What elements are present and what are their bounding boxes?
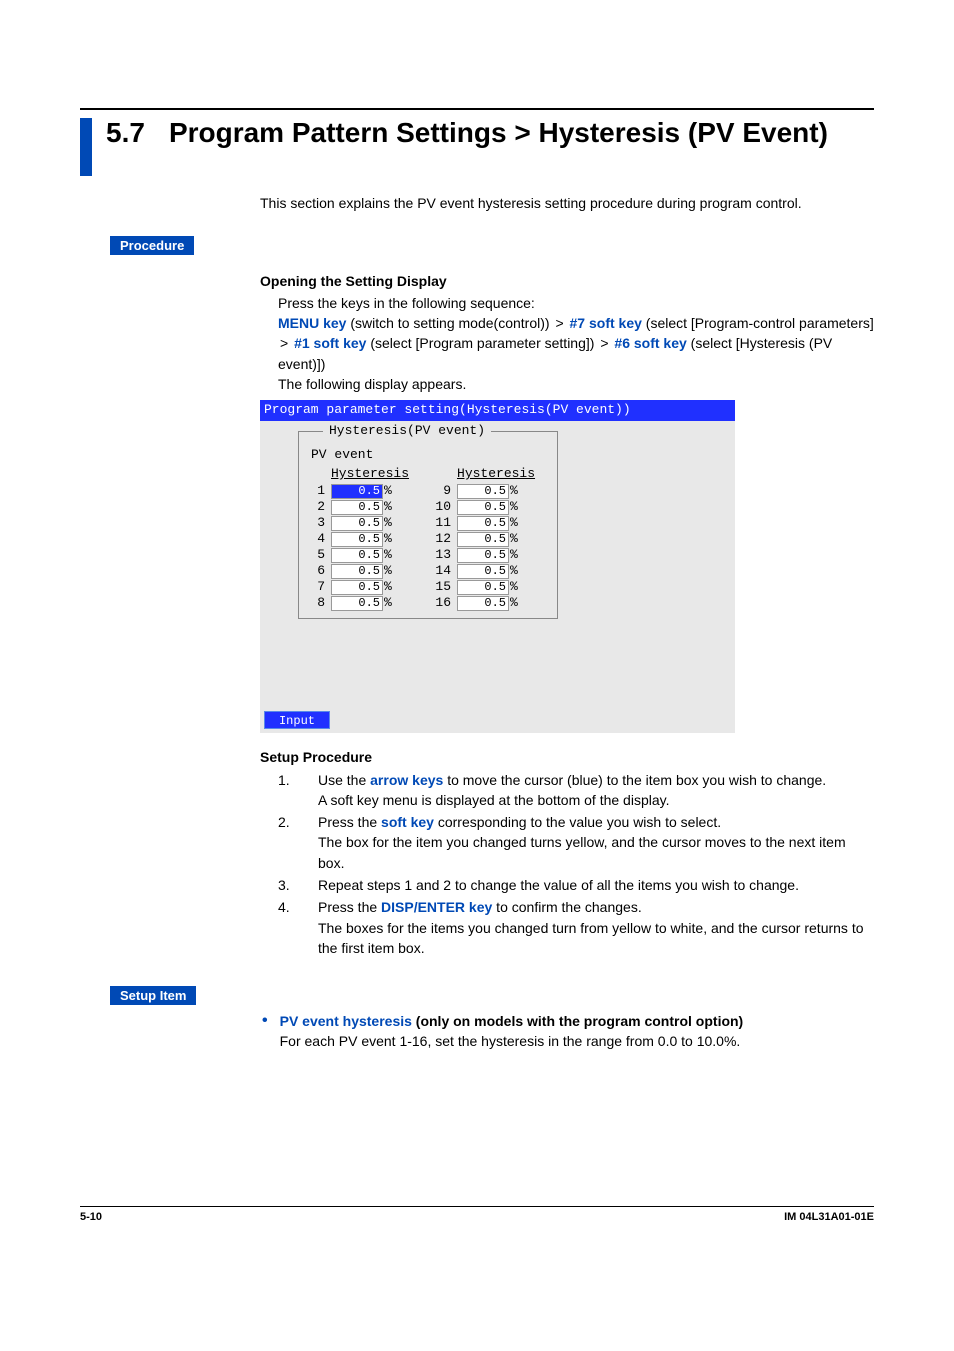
hysteresis-value-box[interactable]: 0.5 xyxy=(331,532,383,547)
setup-item-desc: For each PV event 1-16, set the hysteres… xyxy=(280,1031,874,1051)
step-number: 1. xyxy=(278,770,318,811)
hysteresis-value-box[interactable]: 0.5 xyxy=(331,580,383,595)
step-item: 3.Repeat steps 1 and 2 to change the val… xyxy=(260,875,874,895)
opening-heading: Opening the Setting Display xyxy=(260,271,874,291)
pv-event-row: 8 0.5% xyxy=(309,595,409,611)
setup-item-key: PV event hysteresis xyxy=(280,1013,412,1029)
step-extra: A soft key menu is displayed at the bott… xyxy=(318,790,874,810)
step-text: Repeat steps 1 and 2 to change the value… xyxy=(318,875,874,895)
intro-text: This section explains the PV event hyste… xyxy=(260,194,874,214)
hysteresis-value-box[interactable]: 0.5 xyxy=(457,548,509,563)
step-text: Use the arrow keys to move the cursor (b… xyxy=(318,770,874,811)
step-key: DISP/ENTER key xyxy=(381,899,492,915)
setup-item-bullet: • PV event hysteresis (only on models wi… xyxy=(262,1011,874,1052)
opening-press: Press the keys in the following sequence… xyxy=(278,293,874,313)
opening-sequence: MENU key (switch to setting mode(control… xyxy=(278,313,874,374)
opening-appears: The following display appears. xyxy=(278,374,874,394)
top-rule xyxy=(80,108,874,110)
step-key: soft key xyxy=(381,814,434,830)
hysteresis-value-box[interactable]: 0.5 xyxy=(457,500,509,515)
step-extra: The boxes for the items you changed turn… xyxy=(318,918,874,959)
setup-procedure-heading: Setup Procedure xyxy=(260,747,874,767)
hysteresis-value-box[interactable]: 0.5 xyxy=(331,516,383,531)
step-number: 2. xyxy=(278,812,318,873)
setup-item-rest: (only on models with the program control… xyxy=(412,1013,743,1029)
softkey-1: #1 soft key xyxy=(294,335,366,351)
device-screenshot: Program parameter setting(Hysteresis(PV … xyxy=(260,400,735,733)
hysteresis-value-box[interactable]: 0.5 xyxy=(457,580,509,595)
page-footer: 5-10 IM 04L31A01-01E xyxy=(80,1206,874,1223)
footer-page: 5-10 xyxy=(80,1211,102,1223)
softkey-7: #7 soft key xyxy=(570,315,642,331)
bullet-icon: • xyxy=(262,1011,268,1052)
step-item: 4.Press the DISP/ENTER key to confirm th… xyxy=(260,897,874,958)
percent-label: % xyxy=(384,594,392,613)
step-item: 2.Press the soft key corresponding to th… xyxy=(260,812,874,873)
step-number: 3. xyxy=(278,875,318,895)
pv-event-number: 16 xyxy=(435,594,451,613)
step-text: Press the DISP/ENTER key to confirm the … xyxy=(318,897,874,958)
hysteresis-value-box[interactable]: 0.5 xyxy=(457,484,509,499)
step-key: arrow keys xyxy=(370,772,443,788)
menu-key: MENU key xyxy=(278,315,346,331)
pv-event-row: 16 0.5% xyxy=(435,595,535,611)
col-header-right: Hysteresis xyxy=(457,465,535,484)
step-text: Press the soft key corresponding to the … xyxy=(318,812,874,873)
hysteresis-value-box[interactable]: 0.5 xyxy=(331,564,383,579)
hysteresis-value-box[interactable]: 0.5 xyxy=(457,516,509,531)
percent-label: % xyxy=(510,594,518,613)
section-number: 5.7 xyxy=(106,118,145,149)
section-title-row: 5.7 Program Pattern Settings > Hysteresi… xyxy=(80,118,874,176)
pv-event-number: 8 xyxy=(309,594,325,613)
hysteresis-value-box[interactable]: 0.5 xyxy=(331,484,383,499)
setup-item-tag: Setup Item xyxy=(110,986,196,1005)
col-header-left: Hysteresis xyxy=(331,465,409,484)
setup-steps: 1.Use the arrow keys to move the cursor … xyxy=(260,770,874,959)
soft-input-tab[interactable]: Input xyxy=(264,711,330,729)
softkey-6: #6 soft key xyxy=(614,335,686,351)
step-number: 4. xyxy=(278,897,318,958)
hysteresis-value-box[interactable]: 0.5 xyxy=(331,548,383,563)
step-extra: The box for the item you changed turns y… xyxy=(318,832,874,873)
pv-event-label: PV event xyxy=(311,446,547,465)
step-item: 1.Use the arrow keys to move the cursor … xyxy=(260,770,874,811)
hysteresis-value-box[interactable]: 0.5 xyxy=(457,596,509,611)
procedure-tag: Procedure xyxy=(110,236,194,255)
hysteresis-value-box[interactable]: 0.5 xyxy=(457,532,509,547)
fieldset-legend: Hysteresis(PV event) xyxy=(323,422,491,441)
hysteresis-fieldset: Hysteresis(PV event) PV event Hysteresis… xyxy=(298,431,558,619)
hysteresis-value-box[interactable]: 0.5 xyxy=(457,564,509,579)
hysteresis-value-box[interactable]: 0.5 xyxy=(331,500,383,515)
section-title: Program Pattern Settings > Hysteresis (P… xyxy=(169,118,828,147)
footer-docid: IM 04L31A01-01E xyxy=(784,1211,874,1223)
title-accent-bar xyxy=(80,118,92,176)
hysteresis-value-box[interactable]: 0.5 xyxy=(331,596,383,611)
device-titlebar: Program parameter setting(Hysteresis(PV … xyxy=(260,400,735,421)
